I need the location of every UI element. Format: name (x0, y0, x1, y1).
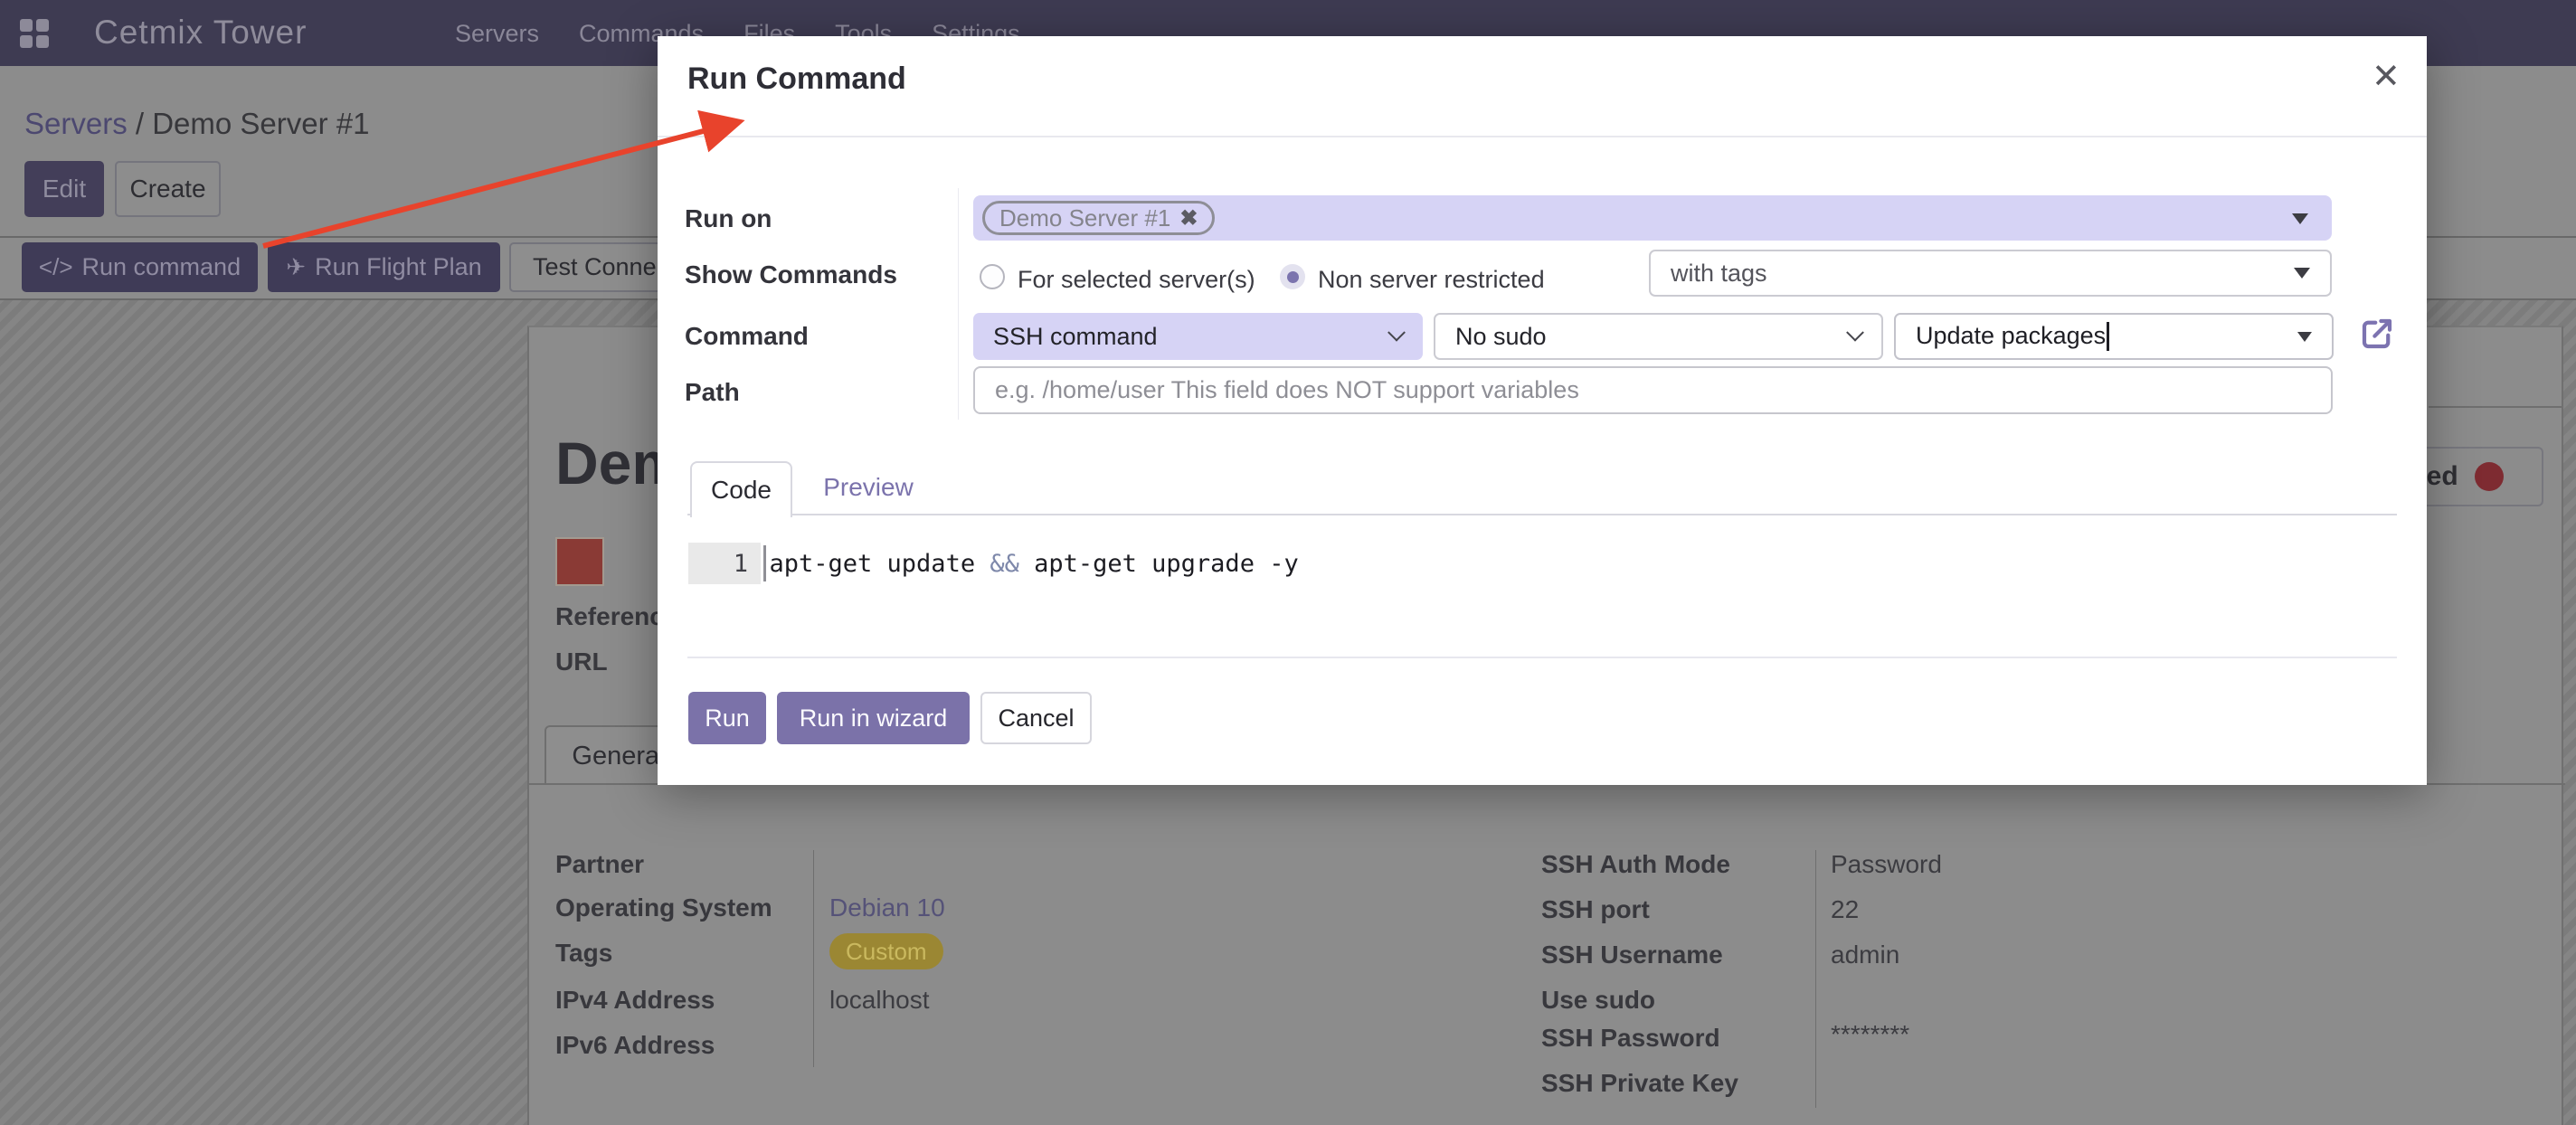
cancel-button[interactable]: Cancel (980, 692, 1092, 744)
command-type-select[interactable]: SSH command (973, 313, 1423, 360)
app-brand: Cetmix Tower (94, 14, 307, 52)
tags-filter-value: with tags (1671, 260, 1767, 288)
ssh-auth-mode-label: SSH Auth Mode (1541, 850, 1730, 879)
modal-header-divider (658, 136, 2427, 137)
tab-preview[interactable]: Preview (810, 473, 927, 502)
tags-filter-select[interactable]: with tags (1649, 250, 2332, 297)
plane-icon: ✈ (286, 253, 306, 281)
smart-button-divider (2429, 406, 2562, 408)
code-tag-icon: </> (39, 253, 73, 281)
ipv4-label: IPv4 Address (555, 986, 715, 1015)
radio-for-selected-servers[interactable] (980, 264, 1005, 289)
command-caret-icon (2297, 332, 2312, 342)
operating-system-value[interactable]: Debian 10 (829, 893, 945, 922)
tags-filter-caret-icon (2294, 268, 2310, 279)
show-commands-label: Show Commands (685, 260, 897, 289)
path-label: Path (685, 378, 740, 407)
command-type-chevron-icon (1387, 324, 1406, 342)
server-title-clipped: Demo (555, 429, 662, 497)
breadcrumb-current: Demo Server #1 (152, 107, 369, 140)
external-link-icon[interactable] (2358, 315, 2396, 353)
modal-footer-divider (687, 657, 2397, 658)
info-right-separator (1815, 850, 1816, 1108)
command-label: Command (685, 322, 809, 351)
edit-button[interactable]: Edit (24, 161, 104, 217)
modal-title: Run Command (687, 61, 906, 97)
code-line-number: 1 (688, 543, 761, 584)
ssh-username-value: admin (1831, 941, 1899, 969)
command-type-value: SSH command (993, 323, 1158, 351)
server-color-swatch[interactable] (555, 537, 604, 586)
editor-cursor (763, 545, 766, 581)
breadcrumb: Servers / Demo Server #1 (24, 107, 369, 141)
path-placeholder: e.g. /home/user This field does NOT supp… (995, 376, 1579, 404)
ssh-port-label: SSH port (1541, 895, 1650, 924)
run-flight-plan-button[interactable]: ✈Run Flight Plan (268, 242, 500, 292)
status-stopped-dot (2475, 462, 2504, 491)
run-button[interactable]: Run (688, 692, 766, 744)
url-label: URL (555, 648, 608, 676)
path-input[interactable]: e.g. /home/user This field does NOT supp… (973, 366, 2333, 414)
use-sudo-label: Use sudo (1541, 986, 1655, 1015)
run-on-caret-icon[interactable] (2292, 213, 2308, 224)
ssh-auth-mode-value: Password (1831, 850, 1942, 879)
create-button[interactable]: Create (115, 161, 221, 217)
run-command-button[interactable]: </>Run command (22, 242, 258, 292)
ssh-port-value: 22 (1831, 895, 1859, 924)
tab-code[interactable]: Code (690, 461, 792, 517)
sudo-value: No sudo (1455, 323, 1547, 351)
partner-label: Partner (555, 850, 644, 879)
breadcrumb-separator: / (128, 107, 153, 140)
apps-grid-icon[interactable] (20, 19, 49, 48)
run-in-wizard-button[interactable]: Run in wizard (777, 692, 970, 744)
modal-close-icon[interactable]: ✕ (2372, 60, 2401, 94)
run-command-modal: Run Command ✕ Run on Demo Server #1 ✖ Sh… (658, 36, 2427, 785)
ipv4-value: localhost (829, 986, 930, 1015)
sudo-select[interactable]: No sudo (1434, 313, 1883, 360)
ipv6-label: IPv6 Address (555, 1031, 715, 1060)
nav-item-servers[interactable]: Servers (455, 20, 539, 48)
info-left-separator (813, 850, 814, 1067)
command-value: Update packages (1916, 322, 2109, 352)
server-chip-label: Demo Server #1 (999, 204, 1170, 232)
text-cursor (2107, 322, 2109, 351)
run-on-label: Run on (685, 204, 772, 233)
radio-non-server-restricted[interactable] (1280, 264, 1305, 289)
chip-remove-icon[interactable]: ✖ (1179, 205, 1198, 232)
tags-label: Tags (555, 939, 612, 968)
command-search-input[interactable]: Update packages (1894, 313, 2334, 360)
server-chip: Demo Server #1 ✖ (982, 201, 1215, 235)
ssh-username-label: SSH Username (1541, 941, 1723, 969)
ssh-password-label: SSH Password (1541, 1024, 1720, 1053)
tag-custom-pill[interactable]: Custom (829, 933, 943, 969)
run-on-field[interactable]: Demo Server #1 ✖ (973, 195, 2332, 241)
modal-tab-strip-border (687, 514, 2397, 515)
radio-for-selected-servers-label[interactable]: For selected server(s) (1018, 266, 1255, 294)
operator-token: && (990, 550, 1019, 578)
sudo-chevron-icon (1846, 324, 1864, 342)
ssh-private-key-label: SSH Private Key (1541, 1069, 1738, 1098)
ssh-password-value: ******** (1831, 1020, 1909, 1049)
operating-system-label: Operating System (555, 893, 772, 922)
code-editor[interactable]: 1 apt-get update && apt-get upgrade -y (688, 543, 1299, 584)
form-column-separator (958, 188, 959, 420)
code-line: apt-get update && apt-get upgrade -y (770, 550, 1299, 578)
breadcrumb-servers-link[interactable]: Servers (24, 107, 128, 140)
radio-non-server-restricted-label[interactable]: Non server restricted (1318, 266, 1545, 294)
